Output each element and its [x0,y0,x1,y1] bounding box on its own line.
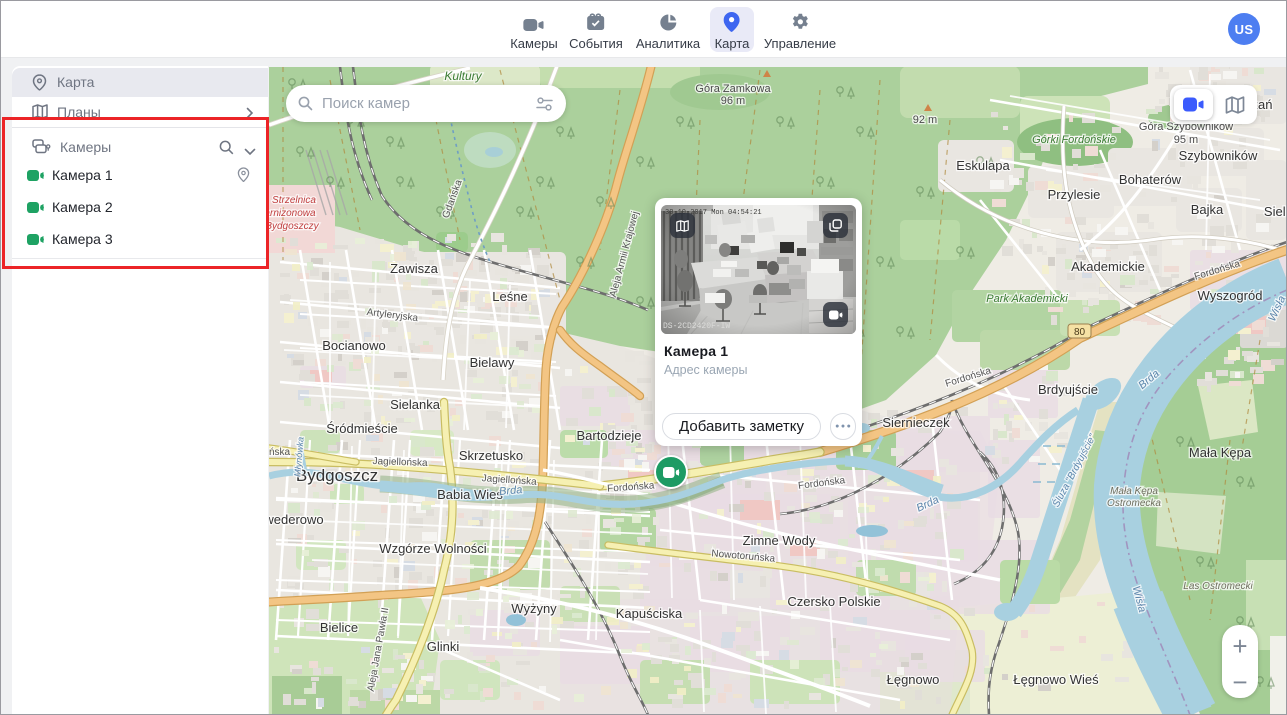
svg-text:DS-2CD2420F-IW: DS-2CD2420F-IW [663,322,730,331]
